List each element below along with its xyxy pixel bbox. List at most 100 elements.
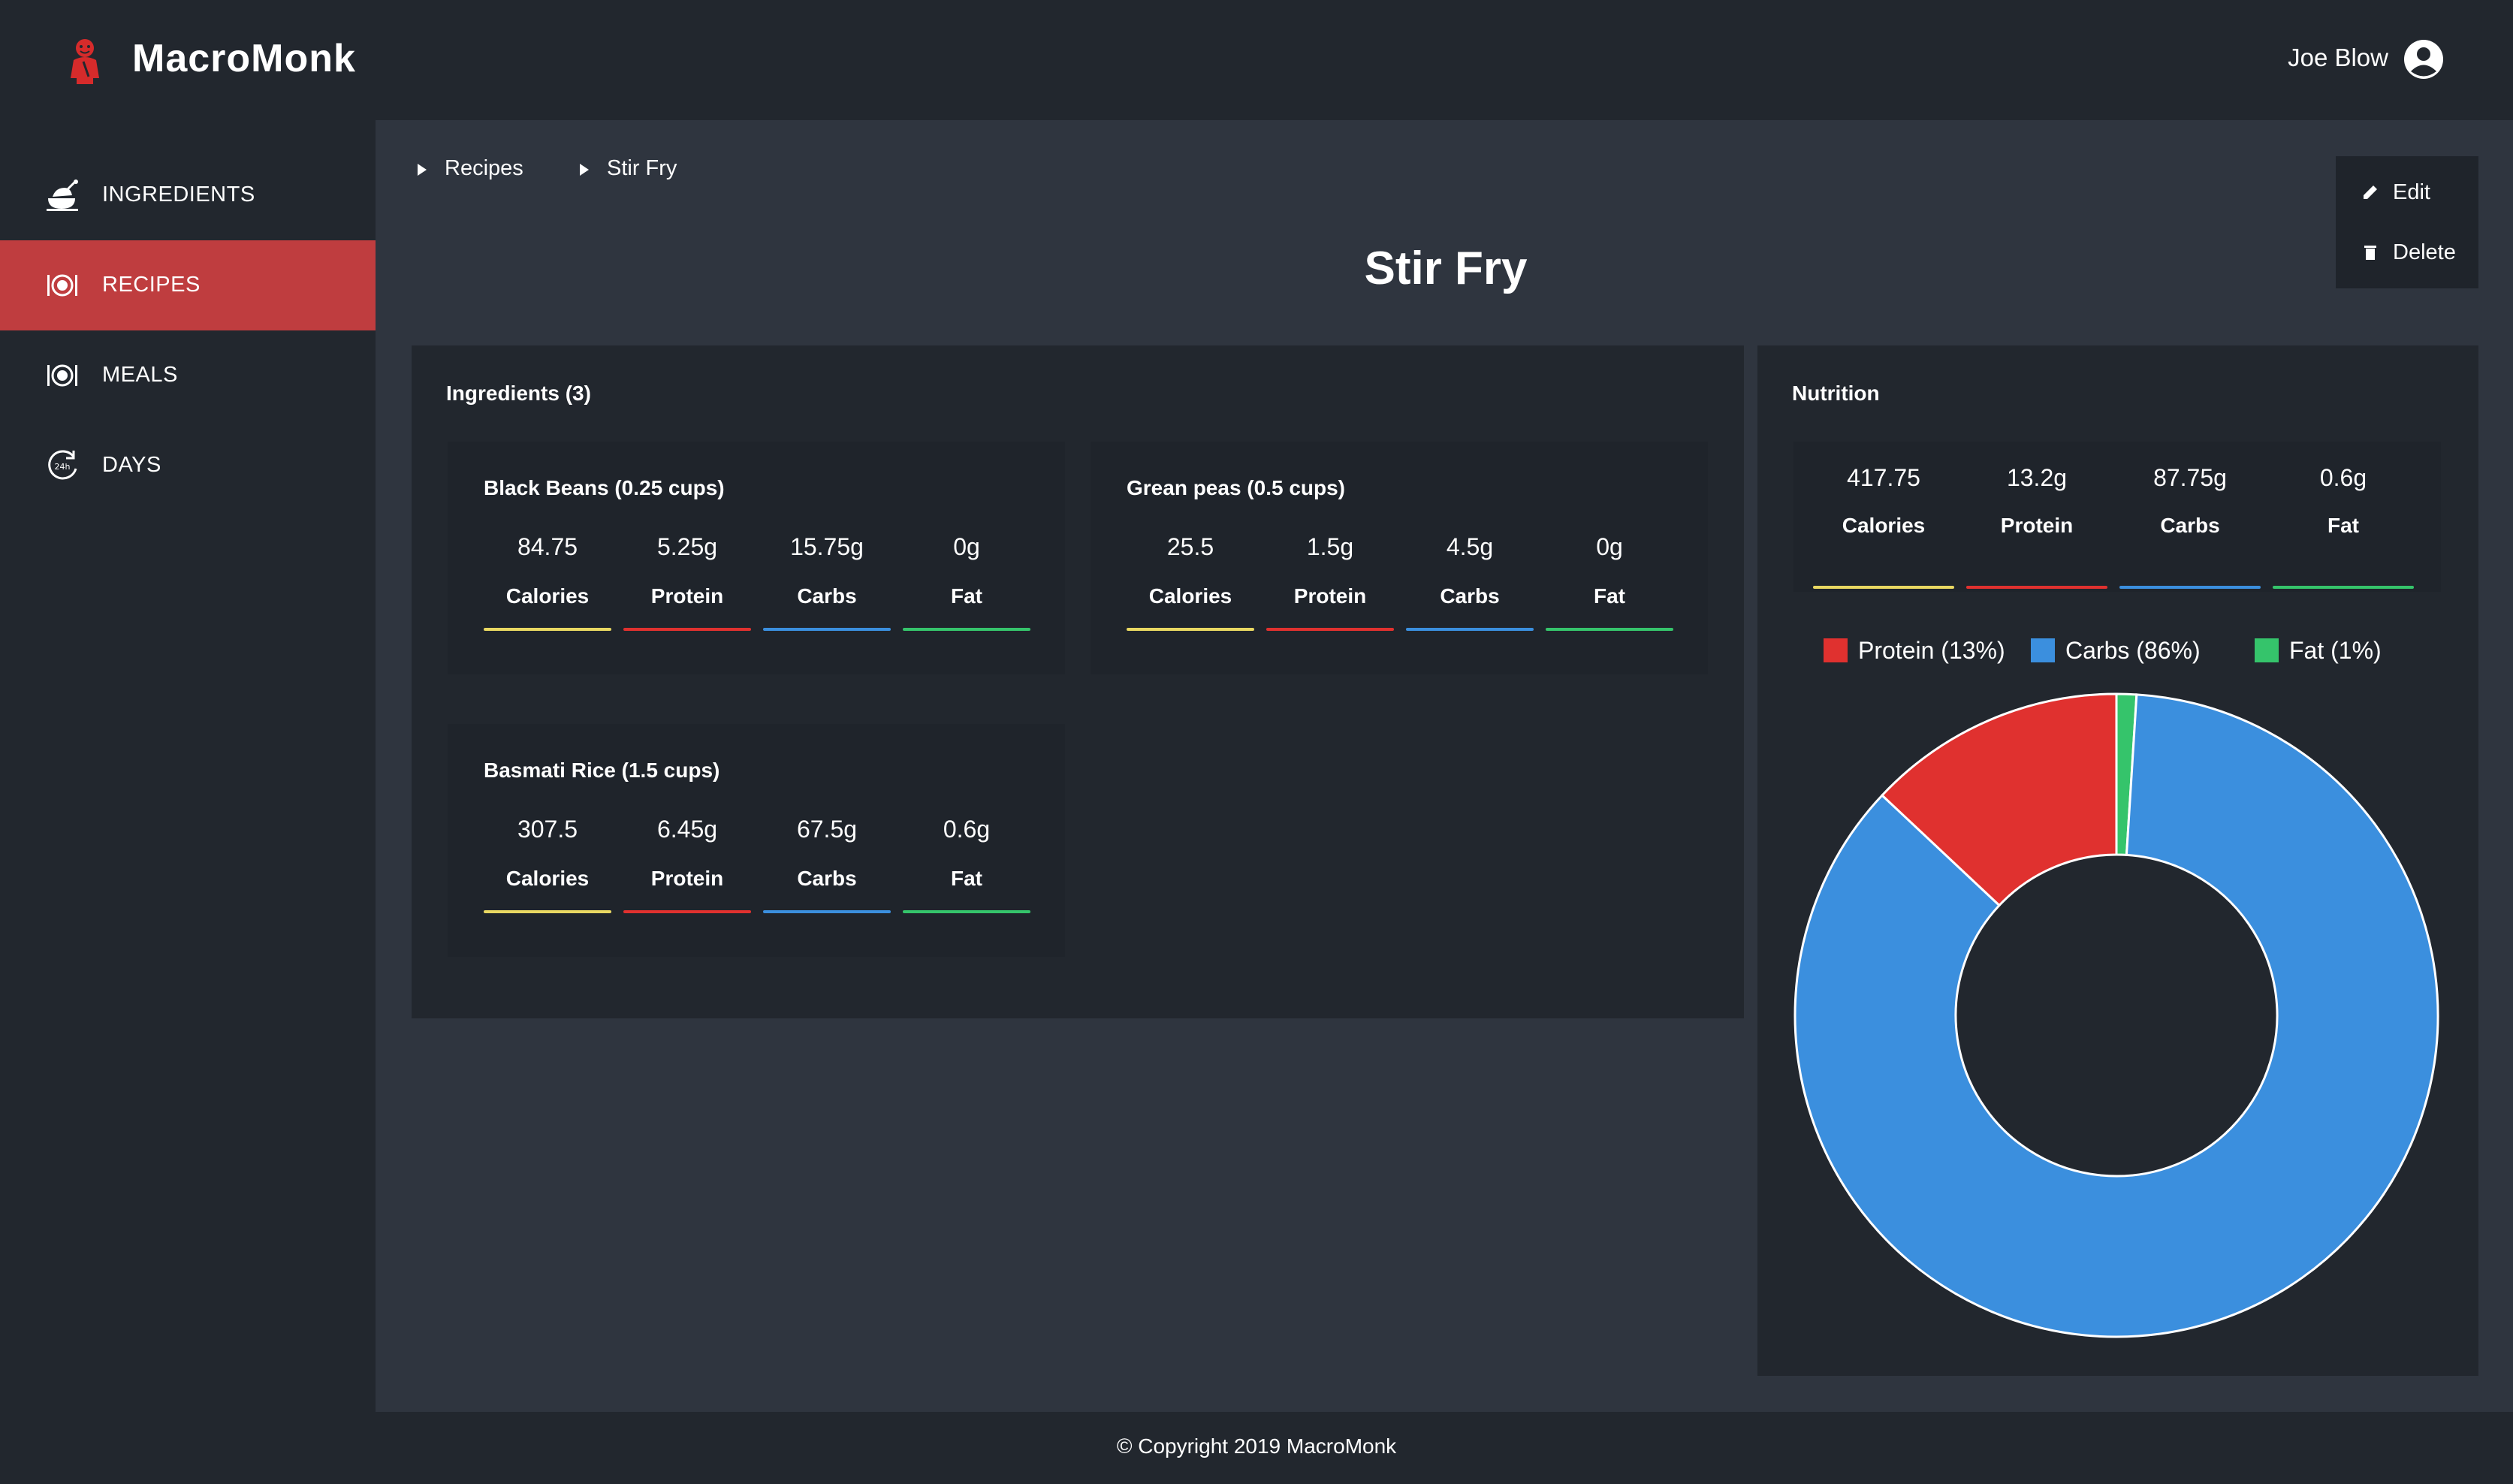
carbs-value: 67.5g bbox=[796, 816, 858, 843]
fat-stat: 0g Fat bbox=[903, 533, 1030, 638]
chicken-icon bbox=[47, 179, 78, 211]
calories-stat: 25.5 Calories bbox=[1127, 533, 1254, 638]
legend-label: Carbs (86%) bbox=[2065, 637, 2201, 664]
fat-stat: 0.6g Fat bbox=[2273, 464, 2414, 589]
page-title: Stir Fry bbox=[1364, 243, 1528, 294]
protein-stat: 6.45g Protein bbox=[623, 816, 751, 921]
legend-swatch bbox=[1824, 638, 1848, 662]
breadcrumb-recipes[interactable]: Recipes bbox=[445, 156, 523, 181]
app-name[interactable]: MacroMonk bbox=[132, 36, 356, 81]
sidebar-item-ingredients[interactable]: INGREDIENTS bbox=[0, 150, 376, 240]
carbs-label: Carbs bbox=[2160, 514, 2220, 537]
edit-button[interactable]: Edit bbox=[2336, 162, 2478, 222]
carbs-underline bbox=[763, 628, 891, 631]
protein-value: 6.45g bbox=[656, 816, 718, 843]
protein-value: 5.25g bbox=[656, 533, 718, 560]
protein-value: 1.5g bbox=[1306, 533, 1354, 560]
fat-value: 0.6g bbox=[943, 816, 991, 843]
recipe-action-menu: Edit Delete bbox=[2336, 156, 2478, 288]
edit-label: Edit bbox=[2393, 180, 2430, 204]
carbs-stat: 87.75g Carbs bbox=[2119, 464, 2261, 589]
fat-stat: 0g Fat bbox=[1546, 533, 1673, 638]
fat-stat: 0.6g Fat bbox=[903, 816, 1030, 921]
protein-label: Protein bbox=[650, 867, 724, 890]
ingredient-card[interactable]: Black Beans (0.25 cups) 84.75 Calories 5… bbox=[448, 442, 1065, 674]
legend-label: Protein (13%) bbox=[1858, 637, 2005, 664]
protein-label: Protein bbox=[650, 584, 724, 608]
delete-button[interactable]: Delete bbox=[2336, 222, 2478, 282]
ingredient-name: Basmati Rice (1.5 cups) bbox=[484, 759, 720, 782]
calories-value: 307.5 bbox=[517, 816, 578, 843]
macro-donut-chart[interactable] bbox=[1792, 691, 2441, 1340]
fat-underline bbox=[903, 628, 1030, 631]
calories-underline bbox=[1813, 586, 1954, 589]
protein-underline bbox=[1966, 586, 2107, 589]
fat-underline bbox=[2273, 586, 2414, 589]
24h-icon: 24h bbox=[48, 450, 77, 480]
ingredient-card[interactable]: Grean peas (0.5 cups) 25.5 Calories 1.5g… bbox=[1091, 442, 1708, 674]
carbs-label: Carbs bbox=[797, 584, 857, 608]
calories-underline bbox=[1127, 628, 1254, 631]
sidebar-item-meals[interactable]: MEALS bbox=[0, 330, 376, 421]
fat-value: 0g bbox=[1596, 533, 1623, 560]
calories-underline bbox=[484, 910, 611, 913]
fat-label: Fat bbox=[951, 867, 982, 890]
sidebar-item-days[interactable]: 24h DAYS bbox=[0, 421, 376, 511]
sidebar: INGREDIENTS RECIPES MEALS 24h DAYS bbox=[0, 120, 376, 1412]
sidebar-item-label: RECIPES bbox=[102, 273, 201, 297]
fat-value: 0.6g bbox=[2319, 464, 2367, 491]
monk-logo-icon[interactable] bbox=[59, 35, 111, 87]
fat-underline bbox=[903, 910, 1030, 913]
protein-label: Protein bbox=[1293, 584, 1367, 608]
ingredient-card[interactable]: Basmati Rice (1.5 cups) 307.5 Calories 6… bbox=[448, 724, 1065, 957]
calories-stat: 84.75 Calories bbox=[484, 533, 611, 638]
carbs-stat: 4.5g Carbs bbox=[1406, 533, 1534, 638]
fat-label: Fat bbox=[1594, 584, 1625, 608]
calories-underline bbox=[484, 628, 611, 631]
sidebar-item-label: INGREDIENTS bbox=[102, 182, 255, 207]
ingredient-name: Grean peas (0.5 cups) bbox=[1127, 476, 1346, 499]
delete-label: Delete bbox=[2393, 240, 2456, 264]
svg-text:24h: 24h bbox=[55, 462, 71, 472]
carbs-underline bbox=[2119, 586, 2261, 589]
protein-underline bbox=[1266, 628, 1394, 631]
nutrition-summary-card: 417.75 Calories 13.2g Protein 87.75g Car… bbox=[1793, 442, 2441, 592]
triangle-right-icon bbox=[580, 164, 589, 176]
carbs-value: 87.75g bbox=[2153, 464, 2227, 491]
ingredients-title: Ingredients (3) bbox=[446, 382, 591, 405]
top-bar: MacroMonk Joe Blow bbox=[0, 0, 2513, 120]
carbs-value: 15.75g bbox=[790, 533, 864, 560]
calories-stat: 417.75 Calories bbox=[1813, 464, 1954, 589]
protein-stat: 13.2g Protein bbox=[1966, 464, 2107, 589]
triangle-right-icon bbox=[418, 164, 427, 176]
ingredients-panel: Ingredients (3) Black Beans (0.25 cups) … bbox=[412, 345, 1744, 1018]
calories-stat: 307.5 Calories bbox=[484, 816, 611, 921]
user-account-icon[interactable] bbox=[2402, 38, 2445, 81]
legend-swatch bbox=[2031, 638, 2055, 662]
nutrition-title: Nutrition bbox=[1792, 382, 1880, 405]
calories-value: 417.75 bbox=[1847, 464, 1920, 491]
carbs-value: 4.5g bbox=[1446, 533, 1494, 560]
protein-value: 13.2g bbox=[2006, 464, 2068, 491]
user-name[interactable]: Joe Blow bbox=[2288, 44, 2388, 72]
carbs-label: Carbs bbox=[797, 867, 857, 890]
carbs-label: Carbs bbox=[1440, 584, 1500, 608]
fat-label: Fat bbox=[2327, 514, 2359, 537]
breadcrumb-stir-fry[interactable]: Stir Fry bbox=[607, 156, 677, 181]
carbs-underline bbox=[763, 910, 891, 913]
fat-value: 0g bbox=[953, 533, 980, 560]
fat-label: Fat bbox=[951, 584, 982, 608]
trash-icon bbox=[2364, 246, 2376, 260]
carbs-underline bbox=[1406, 628, 1534, 631]
footer: © Copyright 2019 MacroMonk bbox=[0, 1412, 2513, 1484]
protein-label: Protein bbox=[2000, 514, 2074, 537]
legend-swatch bbox=[2255, 638, 2279, 662]
calories-label: Calories bbox=[1842, 514, 1926, 537]
sidebar-item-label: DAYS bbox=[102, 453, 161, 477]
plate-icon bbox=[47, 274, 77, 297]
calories-value: 25.5 bbox=[1166, 533, 1214, 560]
copyright-text: © Copyright 2019 MacroMonk bbox=[1116, 1434, 1397, 1458]
calories-value: 84.75 bbox=[517, 533, 578, 560]
sidebar-item-recipes[interactable]: RECIPES bbox=[0, 240, 376, 330]
pencil-icon bbox=[2364, 186, 2377, 199]
